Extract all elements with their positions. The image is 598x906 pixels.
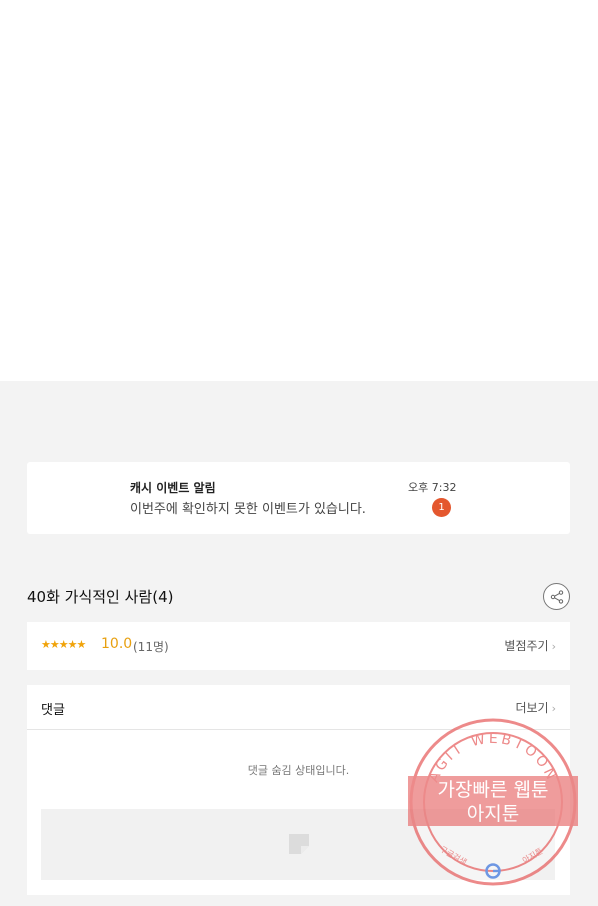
notification-title: 캐시 이벤트 알림 (130, 481, 216, 495)
episode-title: 40화 가식적인 사람(4) (27, 588, 174, 606)
rating-count: (11명) (133, 640, 169, 654)
share-button[interactable] (543, 583, 570, 610)
more-comments-label: 더보기 (515, 701, 549, 715)
rate-button-label: 별점주기 (504, 639, 549, 653)
watermark-logo: AGIT WEBTOON 가장빠른 웹툰 아지툰 구글검색 아지툰 (408, 718, 578, 886)
notification-time: 오후 7:32 (408, 481, 457, 494)
comment-label: 댓글 (41, 703, 65, 718)
notification-card[interactable]: 캐시 이벤트 알림 이번주에 확인하지 못한 이벤트가 있습니다. 오후 7:3… (27, 462, 570, 534)
chevron-right-icon: › (551, 702, 556, 715)
notification-badge: 1 (432, 498, 451, 517)
ad-placeholder-icon (289, 834, 309, 854)
rating-stars: ★★★★★ (41, 638, 86, 651)
more-comments-button[interactable]: 더보기 › (515, 699, 556, 716)
notification-message: 이번주에 확인하지 못한 이벤트가 있습니다. (130, 502, 366, 517)
rating-card: ★★★★★ 10.0 (11명) 별점주기 › (27, 622, 570, 670)
rating-score: 10.0 (101, 636, 133, 652)
watermark-line1: 가장빠른 웹툰 (438, 779, 549, 801)
rate-button[interactable]: 별점주기 › (504, 637, 556, 654)
chevron-right-icon: › (551, 640, 556, 653)
watermark-line2: 아지툰 (467, 803, 519, 825)
share-icon (550, 590, 564, 604)
webtoon-content-area (0, 0, 598, 381)
